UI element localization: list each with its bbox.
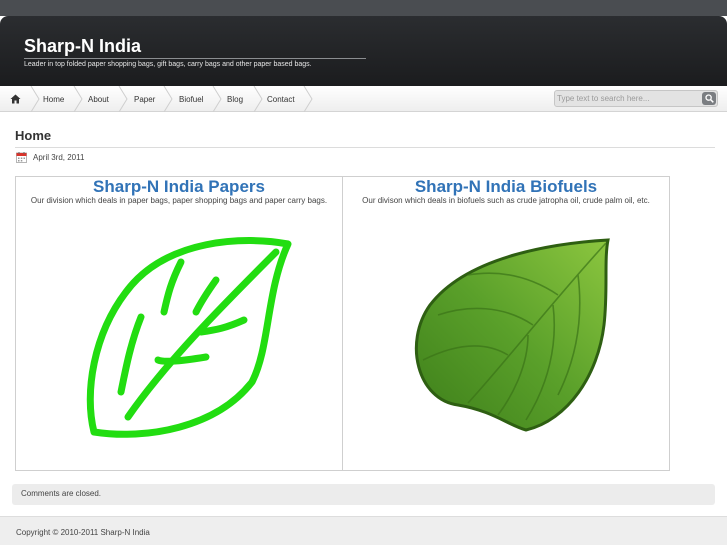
nav-separator [163, 86, 173, 112]
nav-separator [253, 86, 263, 112]
search-input[interactable] [557, 92, 697, 105]
home-icon [10, 94, 20, 104]
comments-status: Comments are closed. [21, 489, 102, 498]
division-cell-biofuels: Sharp-N India Biofuels Our divison which… [343, 177, 669, 470]
divisions-table: Sharp-N India Papers Our division which … [15, 176, 670, 471]
nav-separator [73, 86, 83, 112]
copyright-text: Copyright © 2010-2011 Sharp-N India [16, 528, 150, 537]
nav-item-paper[interactable]: Paper [134, 86, 155, 112]
division-cell-papers: Sharp-N India Papers Our division which … [16, 177, 343, 470]
nav-item-about[interactable]: About [88, 86, 109, 112]
search-button[interactable] [702, 92, 716, 105]
nav-separator [118, 86, 128, 112]
search-icon [704, 94, 714, 103]
post-date: April 3rd, 2011 [33, 153, 85, 162]
green-leaf-icon[interactable] [408, 235, 618, 435]
outline-leaf-icon[interactable] [66, 232, 296, 447]
site-footer: Copyright © 2010-2011 Sharp-N India [0, 516, 727, 545]
division-title-papers[interactable]: Sharp-N India Papers [16, 177, 342, 197]
division-description-papers: Our division which deals in paper bags, … [30, 196, 328, 205]
nav-separator [212, 86, 222, 112]
nav-separator [303, 86, 313, 112]
division-title-biofuels[interactable]: Sharp-N India Biofuels [343, 177, 669, 197]
nav-item-home[interactable]: Home [43, 86, 64, 112]
calendar-icon [16, 152, 27, 163]
nav-home-button[interactable] [0, 86, 30, 112]
title-divider [15, 147, 715, 148]
division-description-biofuels: Our divison which deals in biofuels such… [362, 196, 650, 205]
nav-separator [30, 86, 40, 112]
comments-closed-notice: Comments are closed. [12, 484, 715, 505]
nav-item-biofuel[interactable]: Biofuel [179, 86, 203, 112]
site-header: Sharp-N India Leader in top folded paper… [0, 16, 727, 86]
site-description: Leader in top folded paper shopping bags… [24, 58, 366, 68]
site-title[interactable]: Sharp-N India [24, 36, 141, 57]
page-title: Home [15, 128, 52, 143]
top-strip [0, 0, 727, 16]
nav-item-blog[interactable]: Blog [227, 86, 243, 112]
search-box [554, 90, 718, 107]
nav-item-contact[interactable]: Contact [267, 86, 295, 112]
